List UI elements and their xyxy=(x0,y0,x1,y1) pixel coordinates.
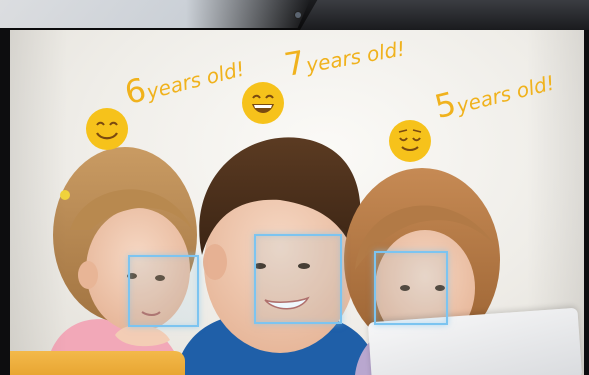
face-detection-box-left xyxy=(128,255,199,327)
face-detection-box-middle xyxy=(254,234,342,324)
orange-table-edge xyxy=(10,351,185,375)
grinning-face-icon xyxy=(242,82,284,124)
device-screen: 6years old! 7years old! 5years old! xyxy=(10,30,584,375)
camera-icon xyxy=(295,12,301,18)
smiling-face-icon xyxy=(86,108,128,150)
face-detection-box-right xyxy=(374,251,448,325)
relieved-face-icon xyxy=(389,120,431,162)
